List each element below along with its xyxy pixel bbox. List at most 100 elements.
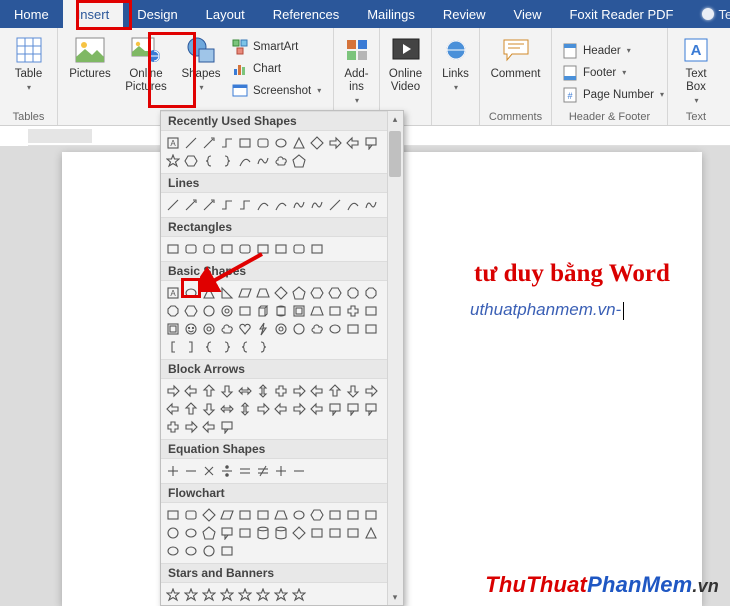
shape-eq[interactable] bbox=[236, 462, 254, 480]
shapes-scrollbar[interactable]: ▴ ▾ bbox=[387, 111, 403, 605]
shape-blockarrow-l[interactable] bbox=[272, 400, 290, 418]
shape-pent[interactable] bbox=[290, 152, 308, 170]
shape-freeform[interactable] bbox=[308, 196, 326, 214]
shape-freeform[interactable] bbox=[362, 196, 380, 214]
scroll-down-arrow-icon[interactable]: ▾ bbox=[387, 589, 403, 605]
shapes-button[interactable]: Shapes ▾ bbox=[176, 32, 226, 110]
shape-freeform[interactable] bbox=[290, 196, 308, 214]
screenshot-button[interactable]: Screenshot▾ bbox=[228, 80, 325, 101]
shape-minus[interactable] bbox=[182, 462, 200, 480]
shape-hex[interactable] bbox=[182, 302, 200, 320]
shape-rect[interactable] bbox=[308, 524, 326, 542]
shape-curve[interactable] bbox=[254, 196, 272, 214]
shape-pent[interactable] bbox=[290, 284, 308, 302]
shape-blockarrow-l[interactable] bbox=[308, 382, 326, 400]
shape-connector[interactable] bbox=[218, 196, 236, 214]
shape-cube[interactable] bbox=[254, 302, 272, 320]
shape-rect[interactable] bbox=[236, 506, 254, 524]
shape-blockarrow-l[interactable] bbox=[200, 418, 218, 436]
shape-rect[interactable] bbox=[164, 240, 182, 258]
shape-circle[interactable] bbox=[290, 320, 308, 338]
shape-rect[interactable] bbox=[236, 524, 254, 542]
shape-bevel[interactable] bbox=[290, 302, 308, 320]
shape-trap[interactable] bbox=[308, 302, 326, 320]
text-box-button[interactable]: A Text Box▾ bbox=[674, 32, 718, 110]
shape-blockarrow-l[interactable] bbox=[164, 400, 182, 418]
shape-arrowline[interactable] bbox=[200, 196, 218, 214]
scroll-up-arrow-icon[interactable]: ▴ bbox=[387, 111, 403, 127]
shape-rbrace[interactable] bbox=[218, 152, 236, 170]
tell-me-search[interactable]: Tell m bbox=[688, 0, 730, 28]
shape-rect[interactable] bbox=[362, 302, 380, 320]
smartart-button[interactable]: SmartArt bbox=[228, 36, 325, 57]
shape-star[interactable] bbox=[218, 586, 236, 604]
shape-rect[interactable] bbox=[326, 524, 344, 542]
tab-foxit-reader-pdf[interactable]: Foxit Reader PDF bbox=[555, 0, 687, 28]
scroll-thumb[interactable] bbox=[389, 131, 401, 177]
shape-callout[interactable] bbox=[326, 400, 344, 418]
tab-layout[interactable]: Layout bbox=[192, 0, 259, 28]
shape-star[interactable] bbox=[254, 586, 272, 604]
shape-lightning[interactable] bbox=[254, 320, 272, 338]
shape-cloud[interactable] bbox=[272, 152, 290, 170]
shape-diamond[interactable] bbox=[308, 134, 326, 152]
shape-oct[interactable] bbox=[344, 284, 362, 302]
shape-star[interactable] bbox=[272, 586, 290, 604]
shape-tri[interactable] bbox=[362, 524, 380, 542]
shape-curve[interactable] bbox=[344, 196, 362, 214]
shape-donut[interactable] bbox=[272, 320, 290, 338]
shape-rect[interactable] bbox=[344, 506, 362, 524]
shape-rect[interactable] bbox=[326, 506, 344, 524]
shape-heart[interactable] bbox=[236, 320, 254, 338]
pictures-button[interactable]: Pictures bbox=[64, 32, 116, 110]
shape-blockarrow-d[interactable] bbox=[218, 382, 236, 400]
comment-button[interactable]: Comment bbox=[486, 32, 545, 110]
shape-blockarrow-ud[interactable] bbox=[254, 382, 272, 400]
shape-star[interactable] bbox=[182, 586, 200, 604]
shape-oval[interactable] bbox=[182, 524, 200, 542]
tab-insert[interactable]: Insert bbox=[63, 0, 124, 28]
shape-rect[interactable] bbox=[362, 506, 380, 524]
shape-rect[interactable] bbox=[344, 524, 362, 542]
shape-pent[interactable] bbox=[200, 524, 218, 542]
shape-blockarrow-ud[interactable] bbox=[236, 400, 254, 418]
shape-div[interactable] bbox=[218, 462, 236, 480]
shape-hex[interactable] bbox=[326, 284, 344, 302]
shape-hex[interactable] bbox=[308, 506, 326, 524]
shape-cross[interactable] bbox=[272, 382, 290, 400]
shape-cross[interactable] bbox=[164, 418, 182, 436]
shape-circle[interactable] bbox=[200, 542, 218, 560]
shape-arrowline[interactable] bbox=[182, 196, 200, 214]
shape-line[interactable] bbox=[182, 134, 200, 152]
shape-oval[interactable] bbox=[290, 506, 308, 524]
shape-blockarrow-r[interactable] bbox=[290, 400, 308, 418]
shape-oval[interactable] bbox=[272, 134, 290, 152]
shape-blockarrow-r[interactable] bbox=[326, 134, 344, 152]
shape-blockarrow-r[interactable] bbox=[182, 418, 200, 436]
shape-lbrack[interactable] bbox=[164, 338, 182, 356]
shape-star[interactable] bbox=[236, 586, 254, 604]
shape-mult[interactable] bbox=[200, 462, 218, 480]
shape-arrowline[interactable] bbox=[200, 134, 218, 152]
shape-callout[interactable] bbox=[218, 418, 236, 436]
shape-hex[interactable] bbox=[182, 152, 200, 170]
links-button[interactable]: Links▾ bbox=[438, 32, 473, 122]
shape-para[interactable] bbox=[218, 506, 236, 524]
shape-diamond[interactable] bbox=[272, 284, 290, 302]
shape-blockarrow-u[interactable] bbox=[200, 382, 218, 400]
shape-roundrect[interactable] bbox=[182, 240, 200, 258]
shape-blockarrow-u[interactable] bbox=[326, 382, 344, 400]
tab-references[interactable]: References bbox=[259, 0, 353, 28]
shape-callout[interactable] bbox=[344, 400, 362, 418]
tab-mailings[interactable]: Mailings bbox=[353, 0, 429, 28]
shape-roundrect[interactable] bbox=[182, 506, 200, 524]
shape-trap[interactable] bbox=[272, 506, 290, 524]
shape-lbrace[interactable] bbox=[236, 338, 254, 356]
shape-bevel[interactable] bbox=[164, 320, 182, 338]
tab-home[interactable]: Home bbox=[0, 0, 63, 28]
shape-rbrace[interactable] bbox=[254, 338, 272, 356]
footer-button[interactable]: Footer▾ bbox=[558, 62, 668, 83]
shape-oval[interactable] bbox=[182, 284, 200, 302]
shape-oval[interactable] bbox=[164, 542, 182, 560]
shape-smiley[interactable] bbox=[182, 320, 200, 338]
